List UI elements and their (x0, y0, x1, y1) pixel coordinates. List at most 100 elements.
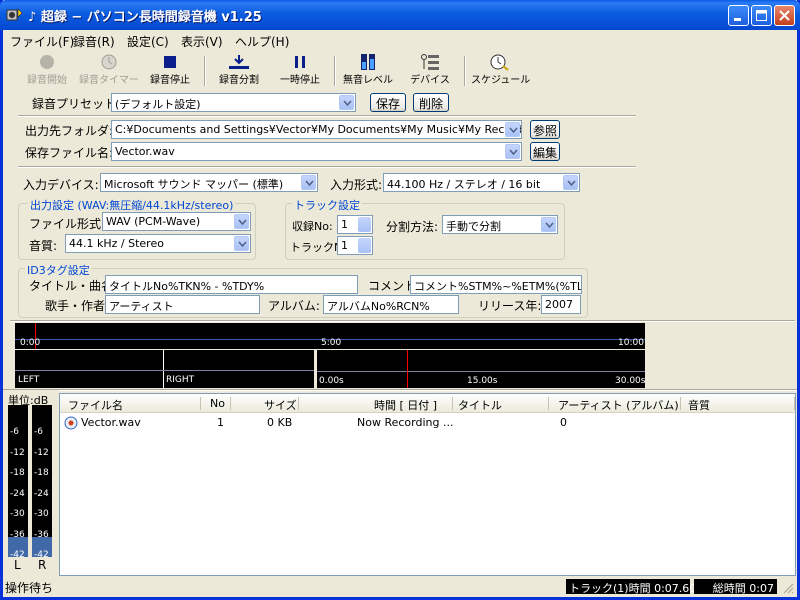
timeline-mid: 5:00 (321, 338, 342, 348)
track-no-spinner[interactable]: 1 (337, 236, 373, 255)
pause-button[interactable]: 一時停止 (275, 53, 325, 89)
input-device-select[interactable]: Microsoft サウンド マッパー (標準) (100, 173, 318, 192)
menu-help[interactable]: ヘルプ(H) (235, 33, 289, 50)
maximize-button[interactable] (751, 5, 772, 26)
column-no[interactable]: No (210, 397, 225, 410)
album-label: アルバム: (268, 299, 320, 313)
preset-label: 録音プリセット: (32, 97, 121, 111)
artist-input[interactable]: アーティスト (105, 295, 260, 314)
split-method-select[interactable]: 手動で分割 (442, 215, 558, 234)
channel-divider (163, 350, 164, 388)
edit-button[interactable]: 編集 (530, 142, 560, 161)
record-stop-label: 録音停止 (150, 75, 190, 86)
column-title[interactable]: タイトル (458, 397, 502, 413)
track-playhead (407, 350, 408, 388)
chevron-down-icon (234, 214, 249, 229)
silence-level-button[interactable]: 無音レベル (341, 53, 395, 89)
column-quality[interactable]: 音質 (688, 397, 710, 413)
meter-scale-label: -6 (10, 427, 19, 437)
album-input[interactable]: アルバムNo%RCN% (323, 295, 459, 314)
title-input[interactable]: タイトルNo%TKN% - %TDY% (105, 275, 358, 294)
file-format-value: WAV (PCM-Wave) (106, 215, 201, 228)
timeline-overview[interactable]: 0:00 5:00 10:00 (15, 323, 645, 349)
file-format-select[interactable]: WAV (PCM-Wave) (102, 212, 251, 231)
toolbar: 録音開始 録音タイマー 録音停止 録音分割 一時停止 無音レベル デバイス スケ… (3, 50, 797, 90)
input-device-label: 入力デバイス: (23, 178, 99, 192)
right-channel-label: RIGHT (166, 375, 195, 385)
browse-button[interactable]: 参照 (530, 120, 560, 139)
row-time: Now Recording ... (357, 416, 454, 429)
title-bar[interactable]: ♪ 超録 − パソコン長時間録音機 v1.25 (0, 0, 800, 30)
device-label: デバイス (410, 75, 450, 86)
left-channel-label: LEFT (18, 375, 40, 385)
preset-select[interactable]: (デフォルト設定) (111, 93, 356, 112)
record-start-button[interactable]: 録音開始 (21, 53, 73, 89)
menu-view[interactable]: 表示(V) (181, 33, 223, 50)
id3-title: ID3タグ設定 (25, 262, 92, 278)
preset-save-button[interactable]: 保存 (370, 93, 406, 112)
year-label: リリース年: (478, 299, 542, 313)
track-time-display: トラック(1)時間 0:07.60 (566, 579, 696, 595)
file-list[interactable]: ファイル名 No サイズ 時間 [ 日付 ] タイトル アーティスト (アルバム… (59, 393, 796, 576)
folder-select[interactable]: C:¥Documents and Settings¥Vector¥My Docu… (111, 120, 522, 139)
comment-input[interactable]: コメント%STM%~%ETM%(%TLN%) (410, 275, 582, 294)
column-time[interactable]: 時間 [ 日付 ] (374, 397, 437, 413)
year-input[interactable]: 2007 (541, 295, 581, 314)
level-meter-panel: 単位:dB -6 -6 -12 -12 -18 -18 -24 -24 -30 -30 -36 -36… (3, 390, 59, 576)
meter-scale-label: -36 (10, 529, 25, 540)
chevron-down-icon (541, 217, 556, 232)
row-size: 0 KB (267, 416, 293, 429)
device-button[interactable]: デバイス (407, 53, 453, 89)
record-stop-button[interactable]: 録音停止 (145, 53, 195, 89)
timer-icon (101, 54, 117, 70)
column-size[interactable]: サイズ (264, 397, 297, 413)
input-format-value: 44.100 Hz / ステレオ / 16 bit (387, 178, 541, 191)
filename-value: Vector.wav (115, 145, 175, 158)
menu-record[interactable]: 録音(R) (73, 33, 115, 50)
record-timer-button[interactable]: 録音タイマー (78, 53, 140, 89)
meter-scale-label: -12 (34, 447, 49, 458)
meter-scale-label: -6 (34, 427, 43, 437)
filename-input[interactable]: Vector.wav (111, 142, 522, 161)
column-filename[interactable]: ファイル名 (68, 397, 123, 413)
preset-delete-button[interactable]: 削除 (413, 93, 449, 112)
toolbar-separator (334, 56, 336, 86)
folder-label: 出力先フォルダ: (25, 124, 114, 138)
track-waveform[interactable]: 0.00s 15.00s 30.00s (317, 350, 645, 388)
menu-settings[interactable]: 設定(C) (127, 33, 169, 50)
meter-scale-label: -30 (34, 509, 49, 519)
input-format-select[interactable]: 44.100 Hz / ステレオ / 16 bit (383, 173, 580, 192)
column-artist[interactable]: アーティスト (アルバム) (558, 397, 679, 413)
quality-value: 44.1 kHz / Stereo (69, 237, 164, 250)
meter-scale-label: -36 (34, 529, 49, 540)
stereo-waveform: LEFT RIGHT (15, 350, 314, 388)
quality-select[interactable]: 44.1 kHz / Stereo (65, 234, 251, 253)
filename-label: 保存ファイル名: (25, 146, 114, 160)
status-bar: 操作待ち トラック(1)時間 0:07.60 総時間 0:07 (3, 576, 797, 597)
left-channel-letter: L (14, 558, 21, 572)
minimize-button[interactable] (728, 5, 749, 26)
status-text: 操作待ち (5, 581, 54, 595)
clock-icon (490, 54, 509, 71)
menu-file[interactable]: ファイル(F) (10, 33, 74, 50)
disc-no-spinner[interactable]: 1 (337, 215, 373, 234)
timeline-end: 10:00 (618, 338, 644, 348)
schedule-button[interactable]: スケジュール (471, 53, 530, 89)
right-channel-letter: R (38, 558, 47, 572)
divider (18, 115, 636, 117)
row-filename: Vector.wav (81, 416, 141, 429)
resize-grip-icon[interactable] (782, 582, 794, 594)
spinner-arrows-icon[interactable] (358, 217, 371, 232)
pause-icon (295, 56, 305, 68)
record-split-button[interactable]: 録音分割 (213, 53, 265, 89)
minimize-icon (734, 18, 741, 21)
meter-scale-label: -18 (10, 468, 25, 478)
close-button[interactable] (774, 5, 795, 26)
waveform-baseline (317, 371, 645, 372)
chevron-down-icon (563, 175, 578, 190)
artist-label: 歌手・作者: (45, 299, 110, 313)
row-artist: 0 (560, 416, 567, 429)
spinner-arrows-icon[interactable] (358, 238, 371, 253)
folder-value: C:¥Documents and Settings¥Vector¥My Docu… (115, 123, 522, 136)
quality-label: 音質: (29, 239, 58, 253)
